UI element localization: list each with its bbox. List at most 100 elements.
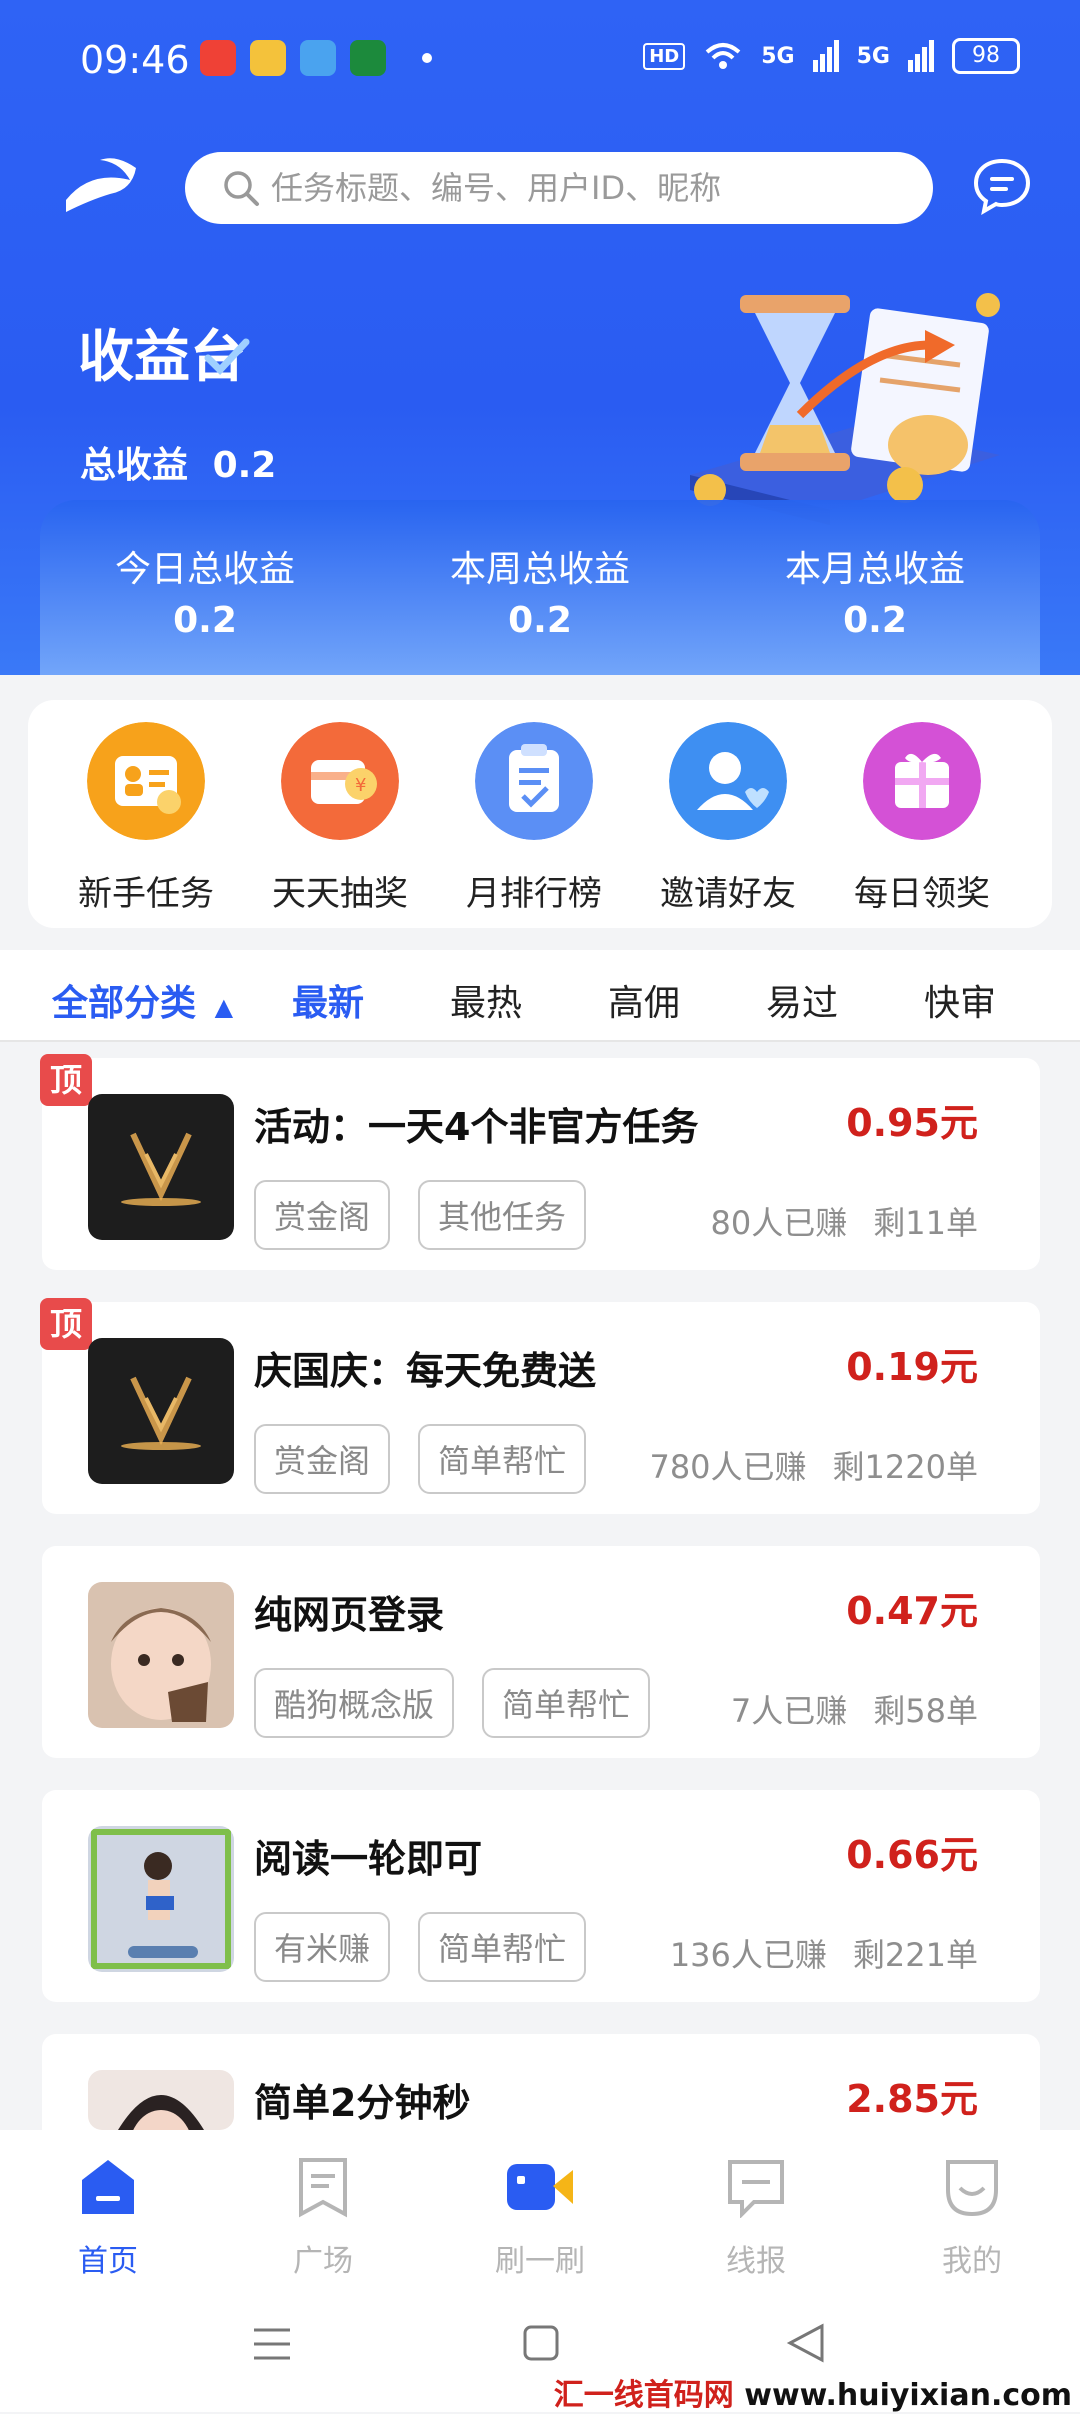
- task-card[interactable]: 顶 庆国庆：每天免费送 0.19元 赏金阁 简单帮忙 780人已赚 剩1220单: [40, 1298, 1040, 1514]
- task-price: 0.19元: [846, 1345, 978, 1389]
- nav-news[interactable]: 线报: [686, 2156, 826, 2280]
- task-tag: 简单帮忙: [482, 1668, 651, 1738]
- pinned-badge: 顶: [40, 1054, 92, 1106]
- signal-bars-icon-2: [908, 40, 934, 72]
- total-earnings: 总收益 0.2: [80, 436, 276, 488]
- task-card[interactable]: 顶 活动：一天4个非官方任务 0.95元 赏金阁 其他任务 80人已赚 剩11单: [40, 1054, 1040, 1270]
- svg-text:¥: ¥: [355, 775, 366, 796]
- task-meta: 80人已赚 剩11单: [711, 1198, 978, 1244]
- signal-5g-icon-2: 5G: [856, 43, 890, 69]
- message-icon[interactable]: [972, 155, 1032, 215]
- home-icon: [82, 2160, 134, 2214]
- task-tag: 简单帮忙: [418, 1912, 587, 1982]
- signal-bars-icon: [812, 40, 839, 72]
- watermark-site-name: 汇一线首码网: [553, 2378, 734, 2413]
- nav-profile[interactable]: 我的: [902, 2156, 1042, 2280]
- watermark-url: www.huiyixian.com: [744, 2378, 1072, 2413]
- stat-month[interactable]: 本月总收益 0.2: [710, 540, 1040, 641]
- task-earned-count: 136人已赚: [669, 1936, 827, 1974]
- lottery-icon: ¥: [281, 722, 399, 840]
- task-tags: 赏金阁 其他任务: [254, 1180, 587, 1250]
- quick-ranking[interactable]: 月排行榜: [444, 722, 624, 915]
- nav-video-label: 刷一刷: [495, 2244, 585, 2279]
- quick-lottery[interactable]: ¥ 天天抽奖: [250, 722, 430, 915]
- profile-face-icon: [946, 2160, 998, 2217]
- earnings-stats-card: 今日总收益 0.2 本周总收益 0.2 本月总收益 0.2: [40, 500, 1040, 675]
- status-time: 09:46: [80, 38, 190, 82]
- message-board-icon: [728, 2160, 784, 2219]
- task-tags: 酷狗概念版 简单帮忙: [254, 1668, 651, 1738]
- total-earnings-label: 总收益: [80, 445, 189, 486]
- task-thumbnail: [88, 1826, 234, 1972]
- hourglass-coins-illustration: [690, 293, 1000, 525]
- daily-reward-icon: [863, 722, 981, 840]
- task-meta: 7人已赚 剩58单: [731, 1686, 978, 1732]
- nav-home[interactable]: 首页: [38, 2156, 178, 2280]
- task-title: 庆国庆：每天免费送: [254, 1349, 597, 1393]
- filter-tabs: 全部分类 ▲ 最新 最热 高佣 易过 快审: [0, 950, 1080, 1042]
- newbie-task-icon: [87, 722, 205, 840]
- quick-ranking-label: 月排行榜: [466, 874, 602, 914]
- search-input[interactable]: [269, 168, 913, 208]
- tab-easy-pass[interactable]: 易过: [766, 974, 838, 1026]
- home-square-icon[interactable]: [522, 2324, 560, 2362]
- task-earned-count: 80人已赚: [710, 1204, 848, 1242]
- task-remaining: 剩11单: [873, 1204, 978, 1242]
- task-meta: 136人已赚 剩221单: [670, 1930, 978, 1976]
- nav-news-label: 线报: [726, 2244, 786, 2279]
- wifi-icon: [705, 43, 741, 69]
- tab-fast-review[interactable]: 快审: [924, 974, 996, 1026]
- hd-voice-icon: HD: [643, 42, 686, 70]
- menu-icon[interactable]: [252, 2324, 292, 2364]
- nav-square[interactable]: 广场: [253, 2156, 393, 2280]
- quick-newbie-task-label: 新手任务: [78, 874, 214, 914]
- task-title: 简单2分钟秒: [254, 2081, 471, 2125]
- stat-today[interactable]: 今日总收益 0.2: [40, 540, 370, 641]
- task-remaining: 剩221单: [852, 1936, 978, 1974]
- video-app-icon: [200, 40, 236, 76]
- quick-daily-reward[interactable]: 每日领奖: [832, 722, 1012, 915]
- tab-all-categories[interactable]: 全部分类 ▲: [52, 974, 233, 1026]
- stat-week[interactable]: 本周总收益 0.2: [375, 540, 705, 641]
- task-price: 0.95元: [846, 1101, 978, 1145]
- ranking-icon: [475, 722, 593, 840]
- quick-daily-reward-label: 每日领奖: [854, 874, 990, 914]
- task-card[interactable]: 阅读一轮即可 0.66元 有米赚 简单帮忙 136人已赚 剩221单: [42, 1790, 1040, 2002]
- caret-up-icon: ▲: [214, 993, 234, 1021]
- total-earnings-value: 0.2: [212, 445, 277, 486]
- quick-invite[interactable]: 邀请好友: [638, 722, 818, 915]
- status-app-icons: [200, 40, 432, 76]
- nav-profile-label: 我的: [942, 2244, 1002, 2279]
- notification-dot-icon: [422, 53, 432, 63]
- back-triangle-icon[interactable]: [786, 2322, 826, 2364]
- task-tag: 有米赚: [254, 1912, 391, 1982]
- verified-check-icon: [204, 338, 250, 376]
- battery-icon: 98: [952, 38, 1020, 74]
- app-logo-rabbit-icon[interactable]: [60, 150, 140, 220]
- stat-week-value: 0.2: [508, 600, 572, 641]
- stat-week-label: 本周总收益: [449, 549, 630, 590]
- pinned-badge: 顶: [40, 1298, 92, 1350]
- task-tag: 其他任务: [418, 1180, 587, 1250]
- tab-all-categories-label: 全部分类: [52, 983, 197, 1024]
- tab-high-commission[interactable]: 高佣: [608, 974, 680, 1026]
- nav-square-label: 广场: [293, 2244, 353, 2279]
- task-card[interactable]: 简单2分钟秒 2.85元: [42, 2034, 1040, 2130]
- task-card[interactable]: 纯网页登录 0.47元 酷狗概念版 简单帮忙 7人已赚 剩58单: [42, 1546, 1040, 1758]
- status-indicators: HD 5G 5G 98: [643, 38, 1020, 74]
- oppo-app-icon: [350, 40, 386, 76]
- search-icon: [224, 171, 259, 206]
- wallet-app-icon: [250, 40, 286, 76]
- task-price: 0.47元: [846, 1589, 978, 1633]
- task-title: 活动：一天4个非官方任务: [254, 1105, 699, 1149]
- nav-home-label: 首页: [78, 2244, 138, 2279]
- quick-entries: 新手任务 ¥ 天天抽奖 月排行榜 邀请好友 每日领奖: [28, 700, 1052, 928]
- search-bar[interactable]: [185, 152, 933, 224]
- task-earned-count: 7人已赚: [730, 1692, 848, 1730]
- tab-newest[interactable]: 最新: [292, 974, 364, 1026]
- tab-hottest[interactable]: 最热: [450, 974, 522, 1026]
- task-tags: 赏金阁 简单帮忙: [254, 1424, 587, 1494]
- stat-month-label: 本月总收益: [784, 549, 965, 590]
- nav-video[interactable]: 刷一刷: [470, 2156, 610, 2280]
- quick-newbie-task[interactable]: 新手任务: [56, 722, 236, 915]
